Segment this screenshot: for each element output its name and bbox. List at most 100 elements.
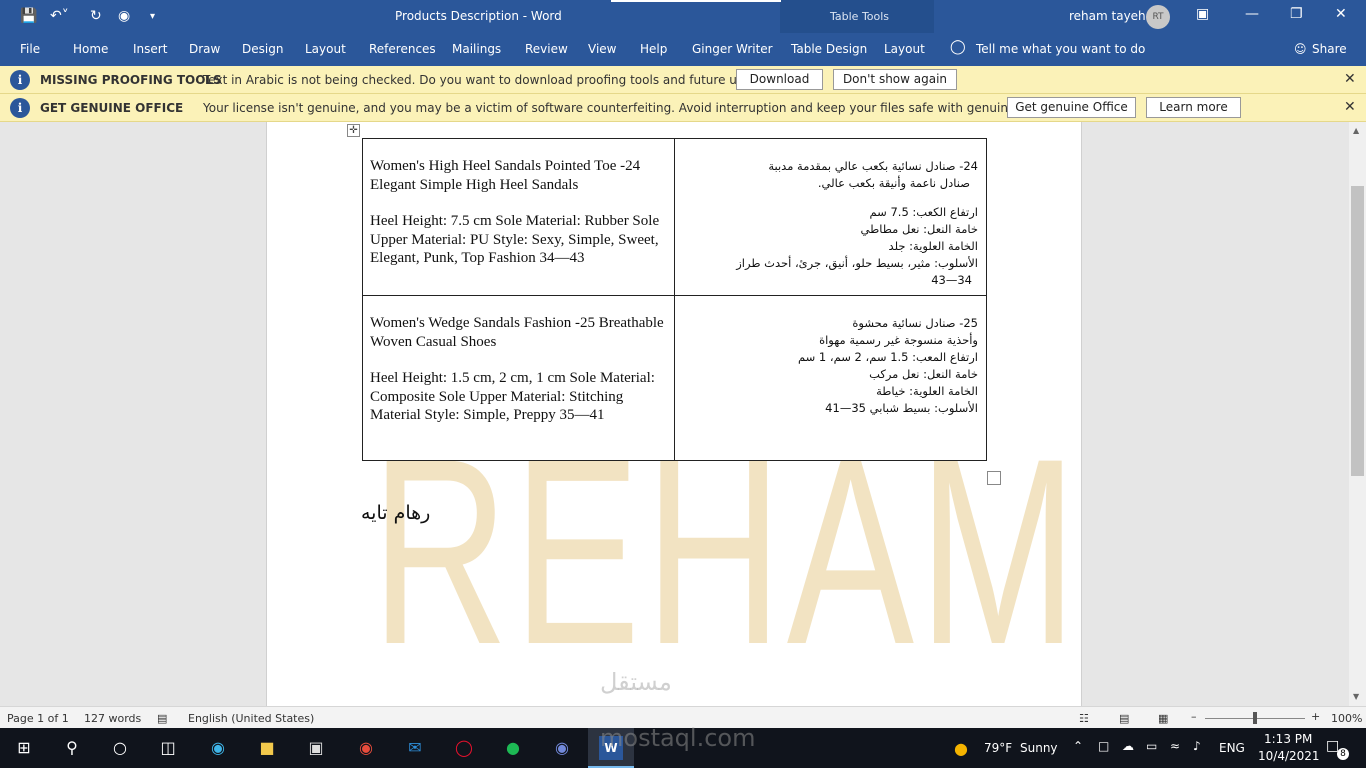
tab-design[interactable]: Design bbox=[242, 42, 283, 56]
ar-line: وأحذية منسوجة غير رسمية مهواة bbox=[819, 333, 978, 347]
scrollbar-thumb[interactable] bbox=[1351, 186, 1364, 476]
weather-condition[interactable]: Sunny bbox=[1020, 741, 1058, 755]
tab-home[interactable]: Home bbox=[73, 42, 108, 56]
ar-line: ارتفاع الكعب: 7.5 سم bbox=[869, 205, 978, 219]
ar-line: الأسلوب: بسيط شبابي 35—41 bbox=[825, 401, 978, 415]
onedrive-icon[interactable]: ☁ bbox=[1122, 739, 1134, 753]
avatar[interactable]: RT bbox=[1146, 5, 1170, 29]
tab-help[interactable]: Help bbox=[640, 42, 667, 56]
ar-line: 25- صنادل نسائية محشوة bbox=[852, 316, 978, 330]
ar-line: 24- صنادل نسائية بكعب عالي بمقدمة مدببة bbox=[768, 159, 978, 173]
redo-icon[interactable]: ↻ bbox=[90, 8, 102, 24]
mail-icon[interactable]: ✉ bbox=[403, 736, 427, 760]
tab-review[interactable]: Review bbox=[525, 42, 568, 56]
zoom-out-icon[interactable]: – bbox=[1191, 710, 1197, 723]
arabic-cell[interactable]: 24- صنادل نسائية بكعب عالي بمقدمة مدببة … bbox=[673, 138, 988, 296]
genuine-heading: GET GENUINE OFFICE bbox=[40, 101, 184, 115]
discord-icon[interactable]: ◉ bbox=[550, 736, 574, 760]
scroll-down-icon[interactable]: ▼ bbox=[1353, 692, 1359, 701]
input-language[interactable]: ENG bbox=[1219, 741, 1245, 755]
volume-icon[interactable]: ♪ bbox=[1193, 739, 1201, 753]
clock-time[interactable]: 1:13 PM bbox=[1264, 732, 1312, 746]
zoom-level[interactable]: 100% bbox=[1331, 712, 1362, 725]
windows-start-icon[interactable]: ⊞ bbox=[12, 736, 36, 760]
scroll-up-icon[interactable]: ▲ bbox=[1353, 126, 1359, 135]
opera-icon[interactable]: ◯ bbox=[452, 736, 476, 760]
zoom-in-icon[interactable]: + bbox=[1311, 710, 1320, 723]
word-count[interactable]: 127 words bbox=[84, 712, 141, 725]
tab-table-layout[interactable]: Layout bbox=[884, 42, 925, 56]
cortana-icon[interactable]: ○ bbox=[108, 736, 132, 760]
weather-temperature[interactable]: 79°F bbox=[984, 741, 1012, 755]
tab-insert[interactable]: Insert bbox=[133, 42, 167, 56]
table-row: Women's Wedge Sandals Fashion -25 Breath… bbox=[362, 295, 988, 461]
close-icon[interactable]: ✕ bbox=[1335, 6, 1347, 22]
person-icon: ☺ bbox=[1294, 42, 1307, 56]
language-status[interactable]: English (United States) bbox=[188, 712, 314, 725]
table-resize-handle[interactable] bbox=[987, 471, 1001, 485]
weather-sun-icon[interactable]: ● bbox=[954, 739, 968, 758]
tab-draw[interactable]: Draw bbox=[189, 42, 220, 56]
document-page[interactable]: REHAM ✛ Women's High Heel Sandals Pointe… bbox=[266, 122, 1082, 706]
products-table[interactable]: Women's High Heel Sandals Pointed Toe -2… bbox=[362, 138, 988, 461]
save-icon[interactable]: 💾 bbox=[20, 8, 37, 24]
file-explorer-icon[interactable]: ■ bbox=[255, 736, 279, 760]
ginger-icon[interactable]: ◉ bbox=[118, 8, 130, 24]
get-genuine-office-button[interactable]: Get genuine Office bbox=[1007, 97, 1136, 118]
proofing-icon[interactable]: ▤ bbox=[157, 712, 167, 725]
author-signature: رهام تايه bbox=[361, 502, 431, 524]
minimize-icon[interactable]: — bbox=[1245, 6, 1259, 22]
spotify-icon[interactable]: ● bbox=[501, 736, 525, 760]
tab-mailings[interactable]: Mailings bbox=[452, 42, 501, 56]
tab-table-design[interactable]: Table Design bbox=[791, 42, 867, 56]
vertical-scrollbar[interactable]: ▲ ▼ bbox=[1349, 122, 1366, 706]
learn-more-button[interactable]: Learn more bbox=[1146, 97, 1241, 118]
customize-quick-access-icon[interactable]: ▾ bbox=[150, 11, 155, 22]
genuine-message: Your license isn't genuine, and you may … bbox=[203, 101, 1095, 115]
device-icon[interactable]: □ bbox=[1098, 739, 1109, 753]
proofing-heading: MISSING PROOFING TOOLS bbox=[40, 73, 222, 87]
task-view-icon[interactable]: ◫ bbox=[156, 736, 180, 760]
document-title: Products Description - Word bbox=[395, 9, 562, 23]
user-name[interactable]: reham tayeh bbox=[1069, 9, 1146, 23]
tab-ginger-writer[interactable]: Ginger Writer bbox=[692, 42, 773, 56]
dont-show-again-button[interactable]: Don't show again bbox=[833, 69, 957, 90]
download-button[interactable]: Download bbox=[736, 69, 823, 90]
close-icon[interactable]: ✕ bbox=[1344, 99, 1356, 115]
share-button[interactable]: Share bbox=[1312, 42, 1347, 56]
tell-me-search[interactable]: Tell me what you want to do bbox=[976, 42, 1145, 56]
notification-count: 8 bbox=[1337, 748, 1349, 760]
battery-icon[interactable]: ▭ bbox=[1146, 739, 1157, 753]
close-icon[interactable]: ✕ bbox=[1344, 71, 1356, 87]
table-move-handle-icon[interactable]: ✛ bbox=[347, 124, 360, 137]
chrome-icon[interactable]: ◉ bbox=[354, 736, 378, 760]
site-watermark: مستقل bbox=[600, 668, 672, 696]
show-hidden-icons-icon[interactable]: ⌃ bbox=[1073, 739, 1083, 753]
print-layout-icon[interactable]: ▤ bbox=[1119, 712, 1129, 725]
web-layout-icon[interactable]: ▦ bbox=[1158, 712, 1168, 725]
zoom-slider-knob[interactable] bbox=[1253, 712, 1257, 724]
ribbon-display-options-icon[interactable]: ▣ bbox=[1196, 6, 1209, 22]
ar-line: الخامة العلوية: خياطة bbox=[876, 384, 978, 398]
tab-file[interactable]: File bbox=[20, 42, 40, 56]
arabic-cell[interactable]: 25- صنادل نسائية محشوة وأحذية منسوجة غير… bbox=[673, 295, 988, 461]
document-area: REHAM ✛ Women's High Heel Sandals Pointe… bbox=[0, 122, 1366, 706]
product-details-en: Heel Height: 7.5 cm Sole Material: Rubbe… bbox=[370, 213, 660, 266]
store-icon[interactable]: ▣ bbox=[304, 736, 328, 760]
product-title-en: Women's Wedge Sandals Fashion -25 Breath… bbox=[370, 315, 664, 350]
undo-icon[interactable]: ↶˅ bbox=[50, 8, 69, 24]
english-cell[interactable]: Women's Wedge Sandals Fashion -25 Breath… bbox=[362, 295, 675, 461]
search-icon[interactable]: ⚲ bbox=[60, 736, 84, 760]
page-count[interactable]: Page 1 of 1 bbox=[7, 712, 69, 725]
restore-icon[interactable]: ❐ bbox=[1290, 6, 1303, 22]
english-cell[interactable]: Women's High Heel Sandals Pointed Toe -2… bbox=[362, 138, 675, 296]
tab-layout[interactable]: Layout bbox=[305, 42, 346, 56]
edge-icon[interactable]: ◉ bbox=[206, 736, 230, 760]
ar-line bbox=[683, 192, 978, 204]
wifi-icon[interactable]: ≈ bbox=[1170, 739, 1180, 753]
lightbulb-icon: ◯ bbox=[950, 39, 966, 55]
read-mode-icon[interactable]: ☷ bbox=[1079, 712, 1089, 725]
tab-references[interactable]: References bbox=[369, 42, 436, 56]
tab-view[interactable]: View bbox=[588, 42, 616, 56]
clock-date[interactable]: 10/4/2021 bbox=[1258, 749, 1320, 763]
